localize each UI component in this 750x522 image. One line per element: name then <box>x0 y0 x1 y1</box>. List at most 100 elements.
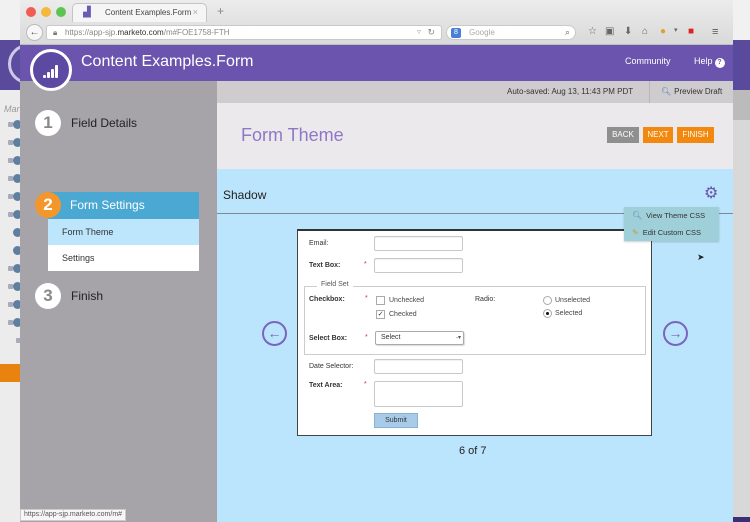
marketo-logo <box>30 49 72 91</box>
checkbox-checked[interactable]: ✓ <box>376 310 385 319</box>
download-icon[interactable]: ⬇ <box>624 26 632 37</box>
form-wizard-modal: Content Examples.Form Community Help? 1 … <box>20 45 733 522</box>
gear-icon[interactable]: ⚙ <box>704 183 718 203</box>
help-icon: ? <box>714 58 725 68</box>
required-mark: * <box>365 295 368 302</box>
mouse-cursor-icon: ➤ <box>697 252 705 262</box>
theme-pager: 6 of 7 <box>459 445 487 457</box>
substep-form-theme[interactable]: Form Theme <box>48 219 199 245</box>
css-options-menu: 🔍︎ View Theme CSS ✎ Edit Custom CSS <box>624 207 719 241</box>
textbox-field[interactable] <box>374 258 463 273</box>
date-selector-label: Date Selector: <box>309 363 354 370</box>
home-icon[interactable]: ⌂ <box>642 26 648 37</box>
tab-title: Content Examples.Form <box>105 8 192 17</box>
url-text: https://app-sjp.marketo.com/m#FOE1758-FT… <box>65 28 230 37</box>
next-theme-arrow-icon[interactable]: → <box>663 321 688 346</box>
required-mark: * <box>365 334 368 341</box>
background-partial-label: Mar <box>4 104 20 114</box>
checkbox-option-label: Unchecked <box>389 297 425 304</box>
modal-header: Content Examples.Form Community Help? <box>20 45 733 81</box>
required-mark: * <box>364 381 367 388</box>
step-number: 3 <box>35 283 61 309</box>
search-bar[interactable]: 8 Google ⌕ <box>446 25 576 40</box>
lock-icon: 🔒︎ <box>53 28 58 37</box>
finish-button[interactable]: FINISH <box>677 127 714 143</box>
view-theme-css-menu-item[interactable]: 🔍︎ View Theme CSS <box>624 207 719 224</box>
email-label: Email: <box>309 240 329 247</box>
radio-unselected[interactable] <box>543 296 552 305</box>
textbox-label: Text Box: <box>309 262 341 269</box>
app-title: Content Examples.Form <box>81 53 254 70</box>
form-preview: Email: Text Box: * Field Set Checkbox: *… <box>297 229 652 436</box>
textarea-label: Text Area: <box>309 382 343 389</box>
browser-tab[interactable]: ▟ Content Examples.Form × <box>72 3 207 22</box>
pencil-icon: ✎ <box>632 228 639 237</box>
autosaved-status: Auto-saved: Aug 13, 11:43 PM PDT <box>507 87 634 96</box>
addon-icon[interactable]: ■ <box>688 26 694 37</box>
url-dropdown-icon[interactable]: ▿ <box>417 27 421 36</box>
radio-label: Radio: <box>475 296 496 303</box>
extension-dropdown-icon[interactable]: ▾ <box>674 26 678 34</box>
radio-option-label: Selected <box>555 310 583 317</box>
radio-selected[interactable] <box>543 309 552 318</box>
previous-theme-arrow-icon[interactable]: ← <box>262 321 287 346</box>
magnifier-icon: 🔍︎ <box>632 211 643 220</box>
edit-custom-css-menu-item[interactable]: ✎ Edit Custom CSS <box>624 224 719 241</box>
email-field[interactable] <box>374 236 463 251</box>
background-orange-tab <box>0 364 22 382</box>
help-link[interactable]: Help? <box>694 56 725 68</box>
new-tab-button[interactable]: + <box>217 4 224 18</box>
theme-preview-area: Shadow ⚙ ← → Email: Text Box: * Field Se… <box>217 169 733 522</box>
back-icon[interactable]: ← <box>26 24 43 41</box>
back-button[interactable]: BACK <box>607 127 639 143</box>
browser-toolbar: ← 🔒︎ https://app-sjp.marketo.com/m#FOE17… <box>20 22 733 44</box>
bookmark-star-icon[interactable]: ☆ <box>588 26 597 37</box>
required-mark: * <box>364 261 367 268</box>
divider <box>649 81 650 103</box>
substep-settings[interactable]: Settings <box>48 245 199 271</box>
checkbox-option-label: Checked <box>389 311 417 318</box>
date-selector-field[interactable] <box>374 359 463 374</box>
help-label: Help <box>694 56 713 66</box>
preview-draft-label: Preview Draft <box>674 87 723 96</box>
extension-icon[interactable]: ● <box>660 26 666 37</box>
fieldset-legend: Field Set <box>317 281 353 288</box>
marketo-logo-icon <box>43 64 61 78</box>
search-engine-icon[interactable]: 8 <box>451 28 461 38</box>
theme-name: Shadow <box>223 188 267 202</box>
reload-icon[interactable]: ↻ <box>427 27 435 38</box>
step-number: 2 <box>35 192 61 218</box>
preview-draft-button[interactable]: 🔍︎ Preview Draft <box>661 87 722 96</box>
status-row: Auto-saved: Aug 13, 11:43 PM PDT 🔍︎ Previ… <box>217 81 733 103</box>
menu-item-label: View Theme CSS <box>646 211 706 220</box>
textarea-field[interactable] <box>374 381 463 407</box>
step-label: Field Details <box>71 116 138 130</box>
wizard-sidebar: 1 Field Details Form Settings 2 Form The… <box>20 81 217 522</box>
select-box[interactable]: Select -▾ <box>375 331 464 345</box>
tab-close-icon[interactable]: × <box>193 7 198 17</box>
step-form-settings-bar[interactable]: Form Settings <box>48 192 199 219</box>
select-box-label: Select Box: <box>309 335 348 342</box>
magnifier-icon: 🔍︎ <box>661 87 672 96</box>
zoom-window-button[interactable] <box>56 7 66 17</box>
community-link[interactable]: Community <box>625 56 671 66</box>
next-button[interactable]: NEXT <box>643 127 673 143</box>
marketo-favicon-icon: ▟ <box>83 7 91 18</box>
menu-icon[interactable]: ≡ <box>712 26 718 38</box>
step-number: 1 <box>35 110 61 136</box>
clipboard-icon[interactable]: ▣ <box>605 26 614 37</box>
title-area: Form Theme BACK NEXT FINISH <box>217 103 733 169</box>
radio-option-label: Unselected <box>555 297 591 304</box>
menu-item-label: Edit Custom CSS <box>642 228 702 237</box>
page-title: Form Theme <box>241 125 344 145</box>
browser-chrome: ▟ Content Examples.Form × + ← 🔒︎ https:/… <box>20 0 733 45</box>
select-value: Select <box>381 334 401 341</box>
minimize-window-button[interactable] <box>41 7 51 17</box>
submit-button[interactable]: Submit <box>374 413 418 428</box>
address-bar[interactable]: 🔒︎ https://app-sjp.marketo.com/m#FOE1758… <box>46 25 442 40</box>
close-window-button[interactable] <box>26 7 36 17</box>
select-arrow-icon: -▾ <box>455 335 461 341</box>
substep-list: Form Theme Settings <box>48 219 199 271</box>
checkbox-unchecked[interactable] <box>376 296 385 305</box>
search-icon[interactable]: ⌕ <box>565 27 570 38</box>
